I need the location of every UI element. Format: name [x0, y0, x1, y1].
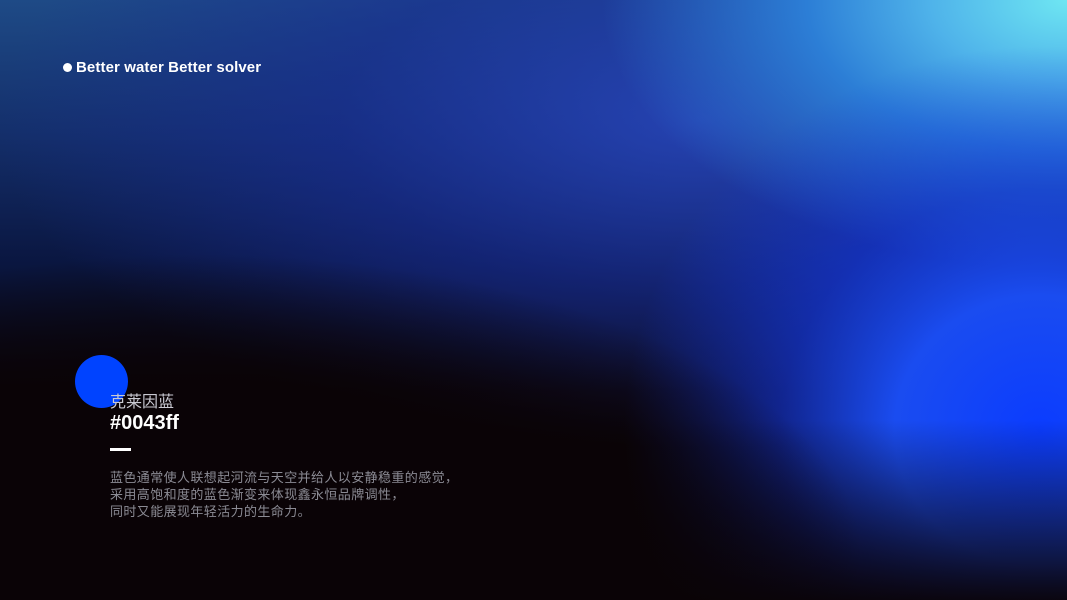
tagline: Better water Better solver	[63, 59, 261, 76]
divider	[110, 448, 131, 451]
color-description: 蓝色通常使人联想起河流与天空并给人以安静稳重的感觉， 采用高饱和度的蓝色渐变来体…	[110, 470, 458, 521]
tagline-text: Better water Better solver	[76, 59, 262, 76]
brand-color-slide: Better water Better solver 克莱因蓝 #0043ff …	[0, 0, 1067, 600]
description-line: 同时又能展现年轻活力的生命力。	[110, 505, 312, 520]
color-name: 克莱因蓝	[110, 392, 175, 411]
color-hex-code: #0043ff	[110, 412, 179, 434]
bullet-dot-icon	[63, 63, 72, 72]
description-line: 蓝色通常使人联想起河流与天空并给人以安静稳重的感觉，	[110, 471, 459, 486]
description-line: 采用高饱和度的蓝色渐变来体现鑫永恒品牌调性，	[110, 488, 405, 503]
